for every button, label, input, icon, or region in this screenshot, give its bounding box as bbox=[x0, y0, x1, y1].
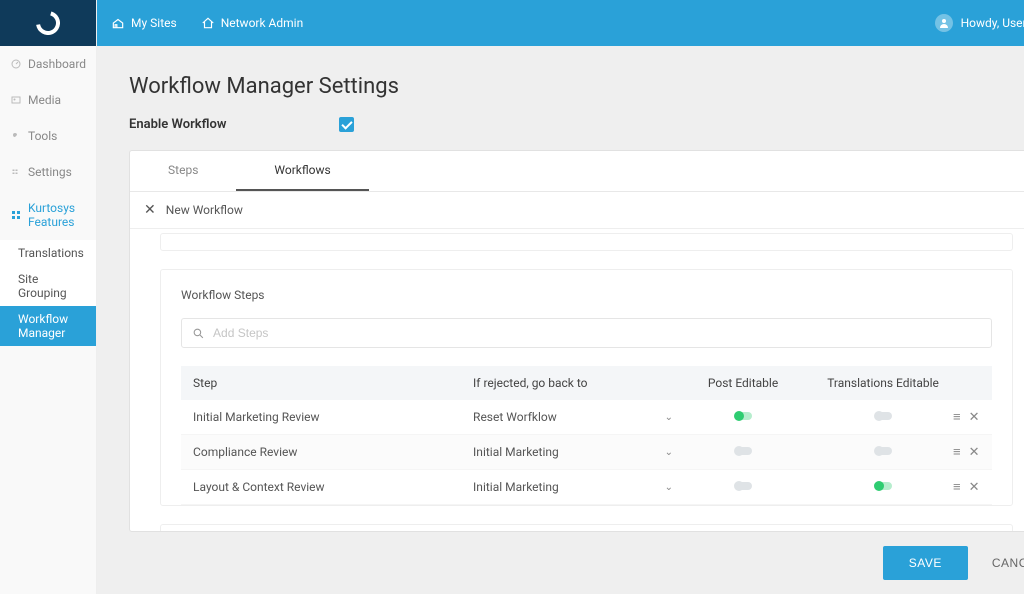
media-icon bbox=[10, 94, 22, 106]
translations-editable-toggle[interactable] bbox=[874, 411, 892, 421]
cell-translations-editable bbox=[813, 445, 953, 459]
topbar: My Sites Network Admin Howdy, User Name bbox=[97, 0, 1024, 46]
sidebar-label: Media bbox=[28, 93, 61, 107]
sites-icon bbox=[111, 16, 125, 30]
tabs: Steps Workflows bbox=[130, 151, 1024, 192]
sidebar-item-dashboard[interactable]: Dashboard bbox=[0, 46, 96, 82]
translations-editable-toggle[interactable] bbox=[874, 446, 892, 456]
close-icon[interactable]: ✕ bbox=[144, 202, 156, 218]
page-title: Workflow Manager Settings bbox=[129, 74, 1024, 99]
th-step: Step bbox=[193, 376, 473, 390]
enable-workflow-row: Enable Workflow bbox=[129, 117, 1024, 132]
sidebar-item-kurtosys[interactable]: Kurtosys Features bbox=[0, 190, 96, 240]
search-icon bbox=[192, 327, 205, 340]
enable-workflow-checkbox[interactable] bbox=[339, 117, 354, 132]
main: My Sites Network Admin Howdy, User Name … bbox=[97, 0, 1024, 594]
sidebar: Dashboard Media Tools Settings Kurtosys … bbox=[0, 0, 97, 594]
cell-step: Compliance Review bbox=[193, 445, 473, 459]
translations-editable-toggle[interactable] bbox=[874, 481, 892, 491]
cell-post-editable bbox=[673, 410, 813, 424]
tools-icon bbox=[10, 130, 22, 142]
settings-panel: Steps Workflows ✕ New Workflow Workflow … bbox=[129, 150, 1024, 532]
workflow-steps-card: Workflow Steps Step If rejected, go back… bbox=[160, 269, 1013, 506]
home-icon bbox=[201, 16, 215, 30]
sidebar-nav: Dashboard Media Tools Settings Kurtosys … bbox=[0, 46, 96, 346]
greeting: Howdy, User Name bbox=[961, 16, 1024, 30]
reject-value: Reset Worfklow bbox=[473, 410, 557, 424]
sidebar-label: Tools bbox=[28, 129, 57, 143]
sidebar-item-settings[interactable]: Settings bbox=[0, 154, 96, 190]
topbar-label: My Sites bbox=[131, 16, 177, 30]
drag-handle-icon[interactable]: ≡ bbox=[953, 479, 961, 495]
reject-value: Initial Marketing bbox=[473, 445, 559, 459]
chevron-down-icon: ⌄ bbox=[665, 447, 673, 458]
subheader-title: New Workflow bbox=[166, 203, 243, 217]
subnav-translations[interactable]: Translations bbox=[0, 240, 96, 266]
subnav-workflow-manager[interactable]: Workflow Manager bbox=[0, 306, 96, 346]
post-editable-toggle[interactable] bbox=[734, 481, 752, 491]
footer: SAVE CANCEL bbox=[97, 532, 1024, 594]
card-title: Workflow Steps bbox=[181, 288, 992, 302]
enable-workflow-label: Enable Workflow bbox=[129, 117, 339, 132]
sidebar-item-media[interactable]: Media bbox=[0, 82, 96, 118]
topbar-label: Network Admin bbox=[221, 16, 304, 30]
table-row: Layout & Context Review Initial Marketin… bbox=[181, 470, 992, 505]
subnav-site-grouping[interactable]: Site Grouping bbox=[0, 266, 96, 306]
cancel-button[interactable]: CANCEL bbox=[992, 556, 1024, 570]
post-editable-toggle[interactable] bbox=[734, 446, 752, 456]
delete-row-icon[interactable]: ✕ bbox=[969, 410, 980, 425]
cell-reject-dropdown[interactable]: Initial Marketing ⌄ bbox=[473, 445, 673, 459]
panel-body: Workflow Steps Step If rejected, go back… bbox=[130, 229, 1024, 531]
avatar-icon bbox=[935, 14, 953, 32]
cell-translations-editable bbox=[813, 410, 953, 424]
cell-post-editable bbox=[673, 480, 813, 494]
drag-handle-icon[interactable]: ≡ bbox=[953, 444, 961, 460]
table-header: Step If rejected, go back to Post Editab… bbox=[181, 366, 992, 400]
save-button[interactable]: SAVE bbox=[883, 546, 968, 580]
sidebar-subnav: Translations Site Grouping Workflow Mana… bbox=[0, 240, 96, 346]
cell-reject-dropdown[interactable]: Initial Marketing ⌄ bbox=[473, 480, 673, 494]
reject-value: Initial Marketing bbox=[473, 480, 559, 494]
th-reject: If rejected, go back to bbox=[473, 376, 673, 390]
sidebar-label: Dashboard bbox=[28, 57, 86, 71]
table-row: Initial Marketing Review Reset Worfklow … bbox=[181, 400, 992, 435]
topbar-user[interactable]: Howdy, User Name bbox=[935, 14, 1024, 32]
logo-icon bbox=[36, 11, 60, 35]
th-translations-editable: Translations Editable bbox=[813, 376, 953, 390]
th-post-editable: Post Editable bbox=[673, 376, 813, 390]
cell-reject-dropdown[interactable]: Reset Worfklow ⌄ bbox=[473, 410, 673, 424]
cell-translations-editable bbox=[813, 480, 953, 494]
tab-workflows[interactable]: Workflows bbox=[236, 151, 368, 191]
table-row: Compliance Review Initial Marketing ⌄ ≡ … bbox=[181, 435, 992, 470]
name-field-placeholder[interactable] bbox=[160, 233, 1013, 251]
chevron-down-icon: ⌄ bbox=[665, 482, 673, 493]
drag-handle-icon[interactable]: ≡ bbox=[953, 409, 961, 425]
cell-step: Initial Marketing Review bbox=[193, 410, 473, 424]
add-steps-search[interactable] bbox=[181, 318, 992, 348]
dashboard-icon bbox=[10, 58, 22, 70]
sidebar-label: Settings bbox=[28, 165, 72, 179]
tab-steps[interactable]: Steps bbox=[130, 151, 236, 191]
sidebar-item-tools[interactable]: Tools bbox=[0, 118, 96, 154]
settings-icon bbox=[10, 166, 22, 178]
topbar-my-sites[interactable]: My Sites bbox=[111, 16, 177, 30]
panel-subheader: ✕ New Workflow bbox=[130, 192, 1024, 229]
delete-row-icon[interactable]: ✕ bbox=[969, 480, 980, 495]
features-icon bbox=[10, 209, 22, 221]
content: Workflow Manager Settings Enable Workflo… bbox=[97, 46, 1024, 532]
topbar-network-admin[interactable]: Network Admin bbox=[201, 16, 304, 30]
cell-post-editable bbox=[673, 445, 813, 459]
chevron-down-icon: ⌄ bbox=[665, 412, 673, 423]
sidebar-label: Kurtosys Features bbox=[28, 201, 86, 229]
cell-step: Layout & Context Review bbox=[193, 480, 473, 494]
user-icon bbox=[938, 17, 950, 29]
apply-workflow-card: Apply Workflow bbox=[160, 524, 1013, 531]
post-editable-toggle[interactable] bbox=[734, 411, 752, 421]
delete-row-icon[interactable]: ✕ bbox=[969, 445, 980, 460]
brand-logo bbox=[0, 0, 96, 46]
add-steps-input[interactable] bbox=[213, 326, 981, 340]
steps-table: Step If rejected, go back to Post Editab… bbox=[181, 366, 992, 505]
